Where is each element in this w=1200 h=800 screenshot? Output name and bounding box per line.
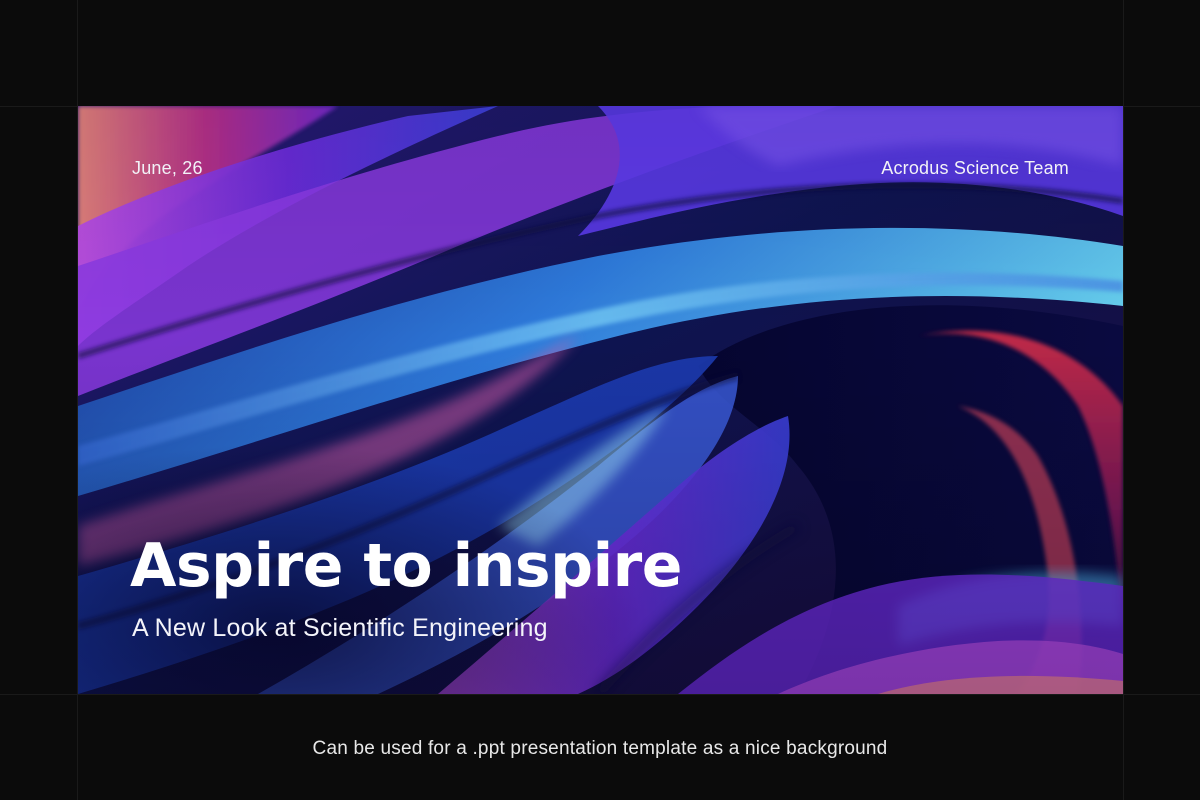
guide-line-right [1123, 0, 1124, 800]
text-readability-shade [78, 106, 1123, 694]
slide-subtitle: A New Look at Scientific Engineering [132, 614, 548, 642]
slide-headline: Aspire to inspire [130, 531, 682, 601]
slide-date: June, 26 [132, 158, 203, 178]
slide-team-name: Acrodus Science Team [881, 158, 1069, 178]
presentation-slide: June, 26 Acrodus Science Team Aspire to … [78, 106, 1123, 694]
guide-line-bottom [0, 694, 1200, 695]
caption-text: Can be used for a .ppt presentation temp… [312, 738, 888, 759]
page: June, 26 Acrodus Science Team Aspire to … [0, 0, 1200, 800]
